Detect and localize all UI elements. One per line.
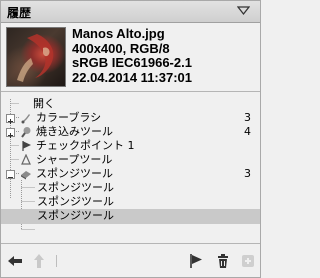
collapse-toggle[interactable] — [6, 170, 15, 179]
history-panel: 履歴 Manos Alto.jpg 400x400, RGB/8 sRGB IE… — [0, 0, 261, 278]
minus-icon — [8, 177, 13, 178]
burn-tool-icon — [21, 127, 31, 138]
plus-icon — [8, 133, 13, 138]
history-subitem[interactable]: スポンジツール — [1, 195, 260, 209]
history-subitem[interactable]: スポンジツール — [1, 181, 260, 195]
history-subitem-selected[interactable]: スポンジツール — [1, 209, 260, 224]
history-item-sharpen-tool[interactable]: シャープツール — [1, 153, 260, 167]
history-item-color-brush[interactable]: カラーブラシ 3 — [1, 111, 260, 125]
plus-icon — [8, 119, 13, 124]
history-item-open[interactable]: 開く — [1, 97, 260, 111]
sponge-tool-icon — [21, 171, 31, 180]
history-item-count: 4 — [244, 125, 251, 138]
history-item-count: 3 — [244, 111, 251, 124]
panel-title: 履歴 — [7, 6, 32, 20]
history-toolbar — [1, 245, 260, 277]
thumbnail-art — [17, 34, 54, 82]
image-metadata: Manos Alto.jpg 400x400, RGB/8 sRGB IEC61… — [72, 26, 192, 85]
history-item-count: 3 — [244, 167, 251, 180]
image-color-profile: sRGB IEC61966-2.1 — [72, 55, 192, 70]
panel-header: 履歴 — [1, 1, 260, 23]
color-brush-icon — [21, 114, 30, 124]
delete-icon[interactable] — [215, 253, 231, 269]
expand-toggle[interactable] — [6, 128, 15, 138]
history-item-label: スポンジツール — [37, 195, 114, 208]
panel-menu-icon[interactable] — [237, 6, 250, 16]
history-item-label: スポンジツール — [36, 167, 113, 180]
history-item-label: シャープツール — [36, 153, 113, 166]
expand-toggle[interactable] — [6, 114, 15, 124]
checkpoint-flag-icon — [22, 141, 31, 151]
sharpen-tool-icon — [21, 154, 31, 165]
settings-icon[interactable] — [240, 253, 256, 269]
history-item-checkpoint[interactable]: チェックポイント 1 — [1, 139, 260, 153]
add-checkpoint-icon[interactable] — [188, 253, 204, 269]
history-item-label: 焼き込みツール — [36, 125, 113, 138]
history-list: 開く カラーブラシ 3 焼き込みツール 4 チェックポイント 1 シャープツール… — [1, 91, 260, 244]
image-thumbnail — [6, 27, 66, 87]
image-info: Manos Alto.jpg 400x400, RGB/8 sRGB IEC61… — [1, 23, 260, 89]
toolbar-separator — [56, 255, 57, 267]
redo-arrow-icon[interactable] — [31, 253, 47, 269]
history-item-label: スポンジツール — [37, 209, 114, 222]
history-item-label: チェックポイント 1 — [36, 139, 135, 152]
history-item-label: スポンジツール — [37, 181, 114, 194]
image-filename: Manos Alto.jpg — [72, 26, 165, 41]
history-item-sponge-tool[interactable]: スポンジツール 3 — [1, 167, 260, 181]
undo-arrow-icon[interactable] — [7, 253, 23, 269]
image-datetime: 22.04.2014 11:37:01 — [72, 69, 192, 85]
history-item-burn-tool[interactable]: 焼き込みツール 4 — [1, 125, 260, 139]
history-item-label: 開く — [33, 97, 55, 110]
history-item-label: カラーブラシ — [36, 111, 102, 124]
image-dimensions: 400x400, RGB/8 — [72, 40, 170, 56]
